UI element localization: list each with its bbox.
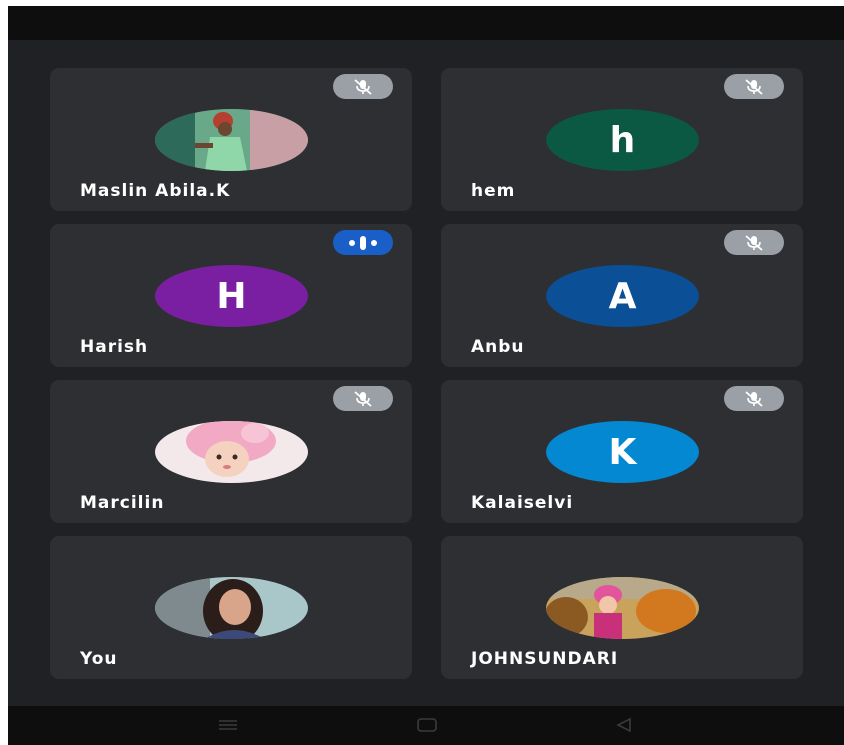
participant-name: JOHNSUNDARI <box>471 649 619 669</box>
participant-grid: Maslin Abila.K h hem H Harish A Anbu Mar… <box>8 6 844 706</box>
mic-off-icon <box>333 386 393 411</box>
participant-tile[interactable]: Maslin Abila.K <box>50 68 412 211</box>
participant-tile[interactable]: K Kalaiselvi <box>441 380 803 523</box>
avatar-initial: H <box>155 265 308 327</box>
mic-off-icon <box>724 230 784 255</box>
participant-tile[interactable]: JOHNSUNDARI <box>441 536 803 679</box>
participant-name: Kalaiselvi <box>471 493 574 513</box>
avatar-initial: h <box>546 109 699 171</box>
menu-icon[interactable] <box>213 714 243 736</box>
audio-level-icon <box>333 230 393 255</box>
home-icon[interactable] <box>412 714 442 736</box>
avatar-initial: A <box>546 265 699 327</box>
navigation-bar <box>8 706 844 745</box>
participant-name: Maslin Abila.K <box>80 181 231 201</box>
participant-name: Harish <box>80 337 149 357</box>
participant-tile[interactable]: Marcilin <box>50 380 412 523</box>
mic-off-icon <box>724 386 784 411</box>
participant-name: Marcilin <box>80 493 165 513</box>
avatar-photo <box>546 577 699 639</box>
mic-off-icon <box>724 74 784 99</box>
avatar-photo <box>155 421 308 483</box>
back-icon[interactable] <box>609 714 639 736</box>
participant-name: You <box>80 649 118 669</box>
participant-tile[interactable]: H Harish <box>50 224 412 367</box>
avatar-initial: K <box>546 421 699 483</box>
meeting-screen: Maslin Abila.K h hem H Harish A Anbu Mar… <box>8 6 844 745</box>
participant-tile[interactable]: h hem <box>441 68 803 211</box>
participant-name: hem <box>471 181 516 201</box>
participant-tile-self[interactable]: You <box>50 536 412 679</box>
participant-name: Anbu <box>471 337 525 357</box>
avatar-photo <box>155 109 308 171</box>
avatar-photo <box>155 577 308 639</box>
participant-tile[interactable]: A Anbu <box>441 224 803 367</box>
mic-off-icon <box>333 74 393 99</box>
